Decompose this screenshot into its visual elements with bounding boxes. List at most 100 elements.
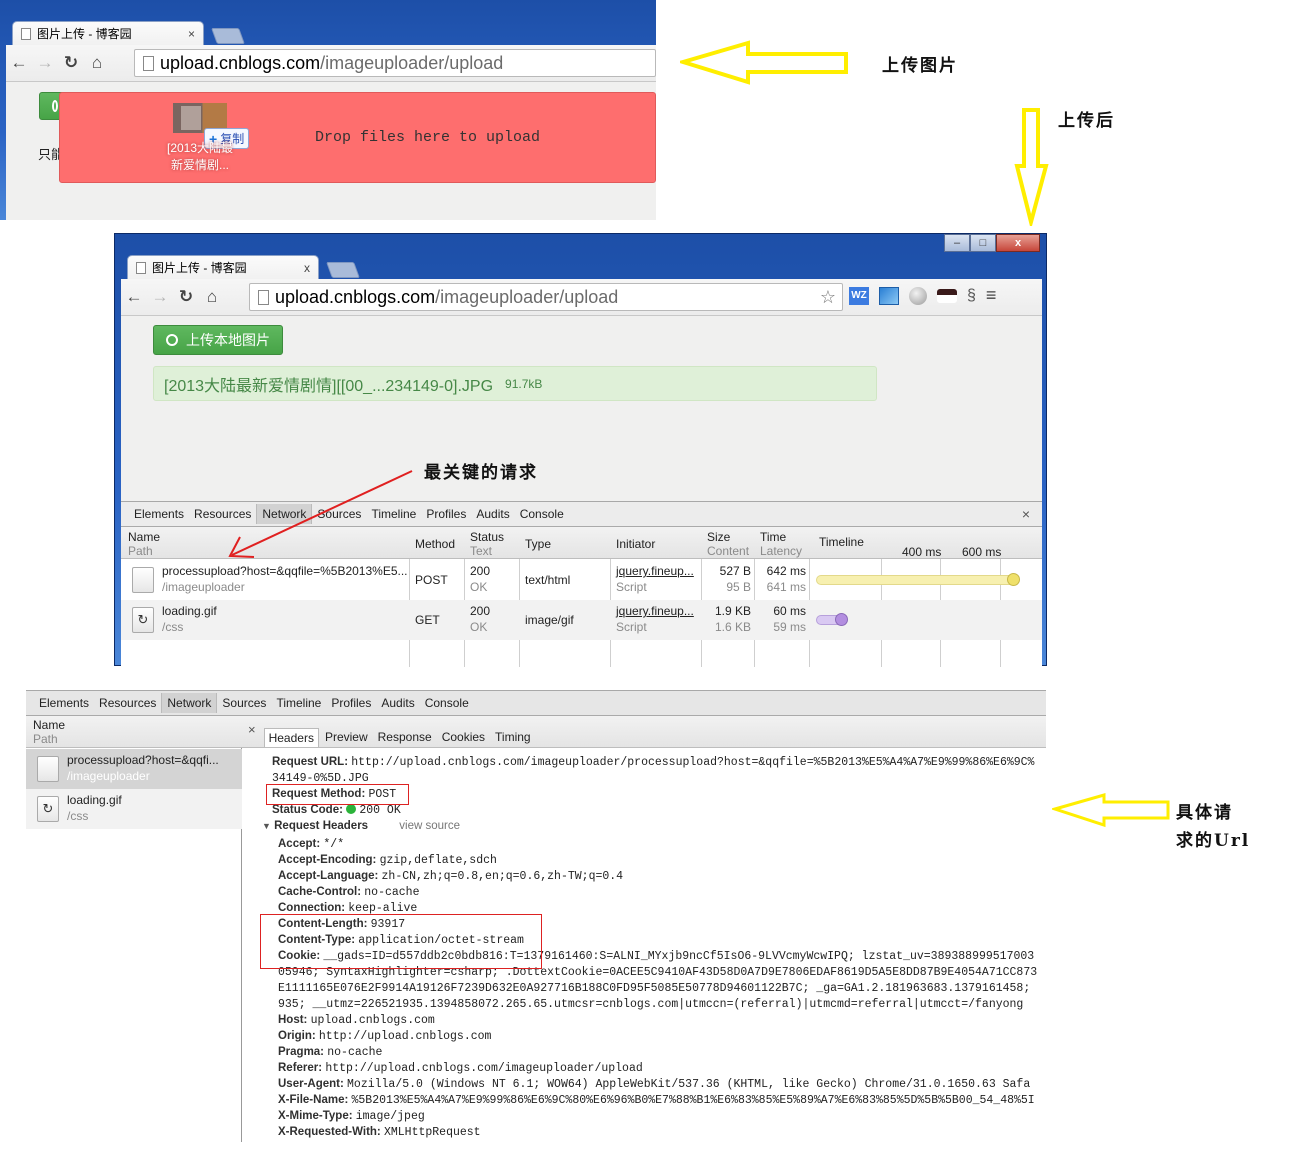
annotation-key-request: 最关键的请求 (424, 463, 538, 483)
address-bar[interactable]: upload.cnblogs.com/imageuploader/upload … (249, 283, 843, 311)
col-header-timeline[interactable]: Timeline (819, 535, 864, 549)
request-name: loading.gif (67, 793, 122, 807)
request-content-size: 95 B (726, 580, 751, 594)
devtools-tab-list: Elements Resources Network Sources Timeline P… (34, 693, 474, 713)
devtools-tab-timeline[interactable]: Timeline (271, 693, 326, 713)
bookmark-star-icon[interactable]: ☆ (820, 287, 836, 308)
detail-tab-preview[interactable]: Preview (321, 728, 372, 747)
highlight-request-method (266, 784, 409, 805)
network-row[interactable]: processupload?host=&qqfile=%5B2013%E5...… (121, 560, 1042, 600)
request-initiator[interactable]: jquery.fineup... (616, 603, 694, 619)
annotation-upload-image: 上传图片 (882, 56, 958, 76)
devtools-tab-elements[interactable]: Elements (129, 504, 189, 524)
back-icon[interactable]: ← (121, 287, 147, 307)
request-name[interactable]: processupload?host=&qqfile=%5B2013%E5... (162, 563, 408, 579)
devtools-tab-audits[interactable]: Audits (376, 693, 419, 713)
browser-window-before: 图片上传 - 博客园 × ← → ↻ ⌂ upload.cnblogs.com /… (0, 0, 656, 220)
disclosure-triangle-icon: ▼ (262, 821, 271, 831)
request-header-line: E1111165E076E2F9914A19126F7239D632E0A927… (278, 982, 1031, 995)
browser-tab[interactable]: 图片上传 - 博客园 x (127, 255, 319, 279)
col-header-method[interactable]: Method (415, 537, 455, 551)
detail-tab-headers[interactable]: Headers (263, 728, 319, 747)
forward-icon[interactable]: → (32, 53, 58, 73)
request-headers-section[interactable]: ▼ Request Headers view source (262, 818, 460, 834)
upload-circle-icon (166, 334, 178, 346)
detail-tab-response[interactable]: Response (374, 728, 436, 747)
timeline-bar-end (835, 613, 848, 626)
request-header-line: Accept: */* (278, 838, 345, 851)
globe-icon[interactable] (909, 286, 927, 305)
request-status-text: OK (470, 620, 488, 634)
extension-icons: WZ § ≡ (849, 285, 996, 306)
new-tab-button[interactable] (211, 28, 245, 44)
wz-icon[interactable]: WZ (849, 286, 869, 305)
tab-close-button[interactable]: × (188, 27, 195, 41)
request-list-item-selected[interactable]: processupload?host=&qqfi... /imageuploade… (26, 749, 242, 789)
col-header-name[interactable]: Name Path (128, 530, 160, 558)
devtools-tab-resources[interactable]: Resources (94, 693, 161, 713)
gecko-icon[interactable]: § (967, 287, 976, 305)
request-initiator[interactable]: jquery.fineup... (616, 563, 694, 579)
upload-button-label: 上传本地图片 (186, 332, 270, 348)
devtools-detail-screenshot: Elements Resources Network Sources Timeline P… (26, 690, 1046, 1142)
devtools-tab-console[interactable]: Console (515, 504, 569, 524)
image-icon[interactable] (879, 286, 899, 305)
highlight-content-headers (260, 914, 542, 969)
request-initiator-type: Script (616, 620, 647, 634)
page-content: 只能 Drop files here to upload + 复制 [2013大… (6, 82, 656, 220)
request-initiator-type: Script (616, 580, 647, 594)
reload-icon[interactable]: ↻ (58, 53, 84, 73)
request-status-text: OK (470, 580, 488, 594)
devtools-close-icon[interactable]: × (1022, 506, 1030, 522)
page-icon (136, 261, 146, 274)
menu-icon[interactable]: ≡ (986, 285, 997, 306)
browser-tab[interactable]: 图片上传 - 博客园 × (12, 21, 204, 45)
devtools-tab-network[interactable]: Network (161, 693, 218, 713)
detail-close-icon[interactable]: × (248, 722, 256, 737)
devtools-tab-profiles[interactable]: Profiles (326, 693, 376, 713)
devtools-tab-elements[interactable]: Elements (34, 693, 94, 713)
col-header-type[interactable]: Type (525, 537, 551, 551)
home-icon[interactable]: ⌂ (84, 53, 110, 73)
annotation-specific-url: 具体请 求的Url (1176, 799, 1250, 855)
url-host: upload.cnblogs.com (275, 286, 436, 307)
col-header-path: Path (33, 732, 58, 746)
address-bar[interactable]: upload.cnblogs.com/imageuploader/upload (134, 49, 656, 77)
mask-icon[interactable] (937, 288, 957, 303)
col-header-initiator[interactable]: Initiator (616, 537, 655, 551)
uploaded-file-bar: [2013大陆最新爱情剧情][[00_...234149-0].JPG 91.7… (153, 366, 877, 401)
drop-zone[interactable]: Drop files here to upload (59, 92, 656, 183)
dragged-file-label-line1: [2013大陆最 (166, 141, 234, 155)
devtools-tabbar: Elements Resources Network Sources Timeline P… (26, 690, 1046, 716)
maximize-button[interactable]: □ (970, 234, 996, 252)
detail-tab-cookies[interactable]: Cookies (438, 728, 489, 747)
view-source-link[interactable]: view source (399, 820, 460, 832)
network-row[interactable]: ↻ loading.gif/css GET 200 OK image/gif jq… (121, 600, 1042, 640)
devtools-tab-profiles[interactable]: Profiles (421, 504, 471, 524)
col-header-size[interactable]: Size Content (707, 530, 749, 558)
tab-close-button[interactable]: x (304, 261, 310, 275)
request-latency: 641 ms (766, 580, 806, 594)
minimize-button[interactable]: – (944, 234, 970, 252)
request-type: image/gif (525, 613, 574, 627)
devtools-tab-audits[interactable]: Audits (471, 504, 514, 524)
back-icon[interactable]: ← (6, 53, 32, 73)
forward-icon[interactable]: → (147, 287, 173, 307)
devtools-tab-console[interactable]: Console (420, 693, 474, 713)
col-header-name[interactable]: Name (33, 718, 235, 732)
request-header-line: User-Agent: Mozilla/5.0 (Windows NT 6.1;… (278, 1078, 1031, 1091)
new-tab-button[interactable] (326, 262, 360, 278)
home-icon[interactable]: ⌂ (199, 287, 225, 307)
devtools-tab-sources[interactable]: Sources (217, 693, 271, 713)
request-header-line: 935; __utmz=226521935.1394858072.265.65.… (278, 998, 1024, 1011)
annotation-specific-url-line1: 具体请 (1176, 803, 1233, 823)
detail-tab-timing[interactable]: Timing (491, 728, 535, 747)
timeline-bar-end (1007, 573, 1020, 586)
col-header-status[interactable]: Status Text (470, 530, 504, 558)
reload-icon[interactable]: ↻ (173, 287, 199, 307)
request-name[interactable]: loading.gif (162, 603, 217, 619)
request-list-item[interactable]: ↻ loading.gif/css (26, 789, 242, 829)
col-header-time[interactable]: Time Latency (760, 530, 802, 558)
close-window-button[interactable]: x (996, 234, 1040, 252)
upload-local-image-button[interactable]: 上传本地图片 (153, 325, 283, 355)
